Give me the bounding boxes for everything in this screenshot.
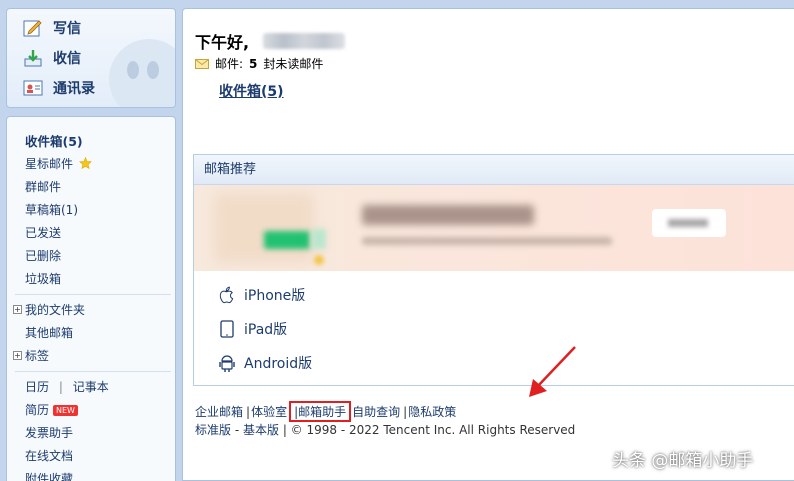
basic-version-link[interactable]: 基本版 bbox=[243, 423, 279, 437]
mail-label: 邮件: bbox=[215, 57, 244, 71]
banner-blurred-subtext bbox=[362, 237, 612, 245]
tablet-icon bbox=[220, 320, 234, 338]
sidebar-item-docs[interactable]: 在线文档 bbox=[25, 447, 73, 464]
greeting: 下午好, bbox=[195, 33, 250, 52]
android-app-link[interactable]: Android版 bbox=[218, 353, 312, 373]
sidebar-item-resume[interactable]: 简历 NEW bbox=[25, 401, 78, 418]
sidebar-item-notes[interactable]: 记事本 bbox=[73, 380, 109, 394]
contacts-icon bbox=[23, 80, 43, 96]
sidebar-item-deleted[interactable]: 已删除 bbox=[25, 247, 61, 264]
watermark: 头条 @邮箱小助手 bbox=[612, 451, 754, 471]
sidebar-item-drafts[interactable]: 草稿箱(1) bbox=[25, 201, 78, 218]
sidebar-divider bbox=[15, 371, 171, 372]
footer-link-lab[interactable]: 体验室 bbox=[251, 403, 287, 420]
sidebar-item-invoice[interactable]: 发票助手 bbox=[25, 424, 73, 441]
highlight-box: |邮箱助手 bbox=[289, 401, 352, 422]
inbox-link[interactable]: 收件箱(5) bbox=[219, 81, 284, 101]
recommend-title: 邮箱推荐 bbox=[194, 155, 794, 185]
unread-count: 5 bbox=[249, 56, 258, 71]
sidebar-item-label: 简历 bbox=[25, 403, 50, 417]
sidebar-divider bbox=[15, 294, 171, 295]
sidebar-item-other-mailboxes[interactable]: 其他邮箱 bbox=[25, 324, 73, 341]
recommend-panel: 邮箱推荐 iPhone版 iPad版 Android版 bbox=[193, 154, 794, 386]
sidebar-item-calendar[interactable]: 日历 bbox=[25, 380, 49, 394]
apple-icon bbox=[219, 286, 234, 304]
footer-link-privacy[interactable]: 隐私政策 bbox=[408, 403, 456, 420]
copyright-text: | © 1998 - 2022 Tencent Inc. All Rights … bbox=[279, 423, 576, 437]
footer-link-enterprise[interactable]: 企业邮箱 bbox=[195, 403, 243, 420]
receive-button[interactable]: 收信 bbox=[23, 47, 81, 69]
new-badge: NEW bbox=[53, 405, 78, 416]
android-icon bbox=[219, 355, 235, 372]
footer-dash: - bbox=[231, 423, 243, 437]
sidebar-nav: 收件箱(5) 星标邮件 群邮件 草稿箱(1) 已发送 已删除 垃圾箱 + 我的文… bbox=[6, 116, 176, 481]
iphone-app-link[interactable]: iPhone版 bbox=[218, 285, 305, 305]
footer-separator: | bbox=[403, 404, 408, 419]
platform-label: iPad版 bbox=[244, 322, 288, 338]
unread-summary: 邮件: 5 封未读邮件 bbox=[195, 55, 323, 72]
contacts-button[interactable]: 通讯录 bbox=[23, 77, 95, 99]
expand-icon[interactable]: + bbox=[13, 305, 22, 314]
blurred-username bbox=[263, 33, 345, 49]
star-icon bbox=[78, 156, 92, 170]
compose-button[interactable]: 写信 bbox=[23, 17, 81, 39]
banner-blurred-button[interactable] bbox=[652, 209, 726, 237]
sidebar-item-sent[interactable]: 已发送 bbox=[25, 224, 61, 241]
footer-copyright: 标准版 - 基本版 | © 1998 - 2022 Tencent Inc. A… bbox=[195, 421, 575, 438]
sidebar-item-spam[interactable]: 垃圾箱 bbox=[25, 270, 61, 287]
standard-version-link[interactable]: 标准版 bbox=[195, 423, 231, 437]
sidebar-item-calendar-notes: 日历 | 记事本 bbox=[25, 380, 109, 394]
contacts-label: 通讯录 bbox=[53, 81, 95, 97]
sidebar-item-group-mail[interactable]: 群邮件 bbox=[25, 178, 61, 195]
banner-illustration bbox=[312, 229, 326, 249]
platform-label: Android版 bbox=[244, 356, 313, 372]
qq-penguin-decoration bbox=[109, 39, 175, 107]
platform-label: iPhone版 bbox=[244, 288, 306, 304]
ipad-app-link[interactable]: iPad版 bbox=[218, 319, 287, 339]
compose-icon bbox=[23, 20, 42, 37]
quick-actions-panel: 写信 收信 通讯录 bbox=[6, 8, 176, 108]
promo-banner[interactable] bbox=[194, 185, 794, 271]
sidebar-item-my-folders[interactable]: 我的文件夹 bbox=[25, 301, 85, 318]
sidebar-item-inbox[interactable]: 收件箱(5) bbox=[25, 131, 83, 150]
sidebar-item-starred[interactable]: 星标邮件 bbox=[25, 155, 92, 172]
footer-links: 企业邮箱 | 体验室 |邮箱助手 自助查询 | 隐私政策 bbox=[195, 401, 456, 422]
footer-separator: | bbox=[246, 404, 251, 419]
receive-icon bbox=[24, 50, 42, 67]
receive-label: 收信 bbox=[53, 51, 81, 67]
banner-illustration bbox=[264, 231, 310, 249]
sidebar-item-tags[interactable]: 标签 bbox=[25, 347, 49, 364]
banner-illustration bbox=[214, 193, 314, 263]
main-panel: 下午好, 邮件: 5 封未读邮件 收件箱(5) 邮箱推荐 iPhone版 iPa… bbox=[182, 8, 794, 481]
sidebar-item-label: 星标邮件 bbox=[25, 157, 74, 171]
expand-icon[interactable]: + bbox=[13, 351, 22, 360]
left-column: 写信 收信 通讯录 收件箱(5) 星标邮件 群邮件 草稿箱(1) 已发送 已删除… bbox=[6, 8, 176, 481]
banner-blurred-headline bbox=[362, 205, 534, 225]
footer-link-mail-assistant[interactable]: 邮箱助手 bbox=[298, 405, 346, 419]
envelope-icon bbox=[195, 58, 209, 69]
footer-link-self-service[interactable]: 自助查询 bbox=[352, 403, 400, 420]
red-arrow-annotation bbox=[529, 346, 576, 397]
banner-illustration bbox=[314, 255, 324, 265]
unread-text: 封未读邮件 bbox=[263, 57, 324, 71]
sidebar-item-attachments[interactable]: 附件收藏 bbox=[25, 470, 73, 481]
compose-label: 写信 bbox=[53, 21, 81, 37]
